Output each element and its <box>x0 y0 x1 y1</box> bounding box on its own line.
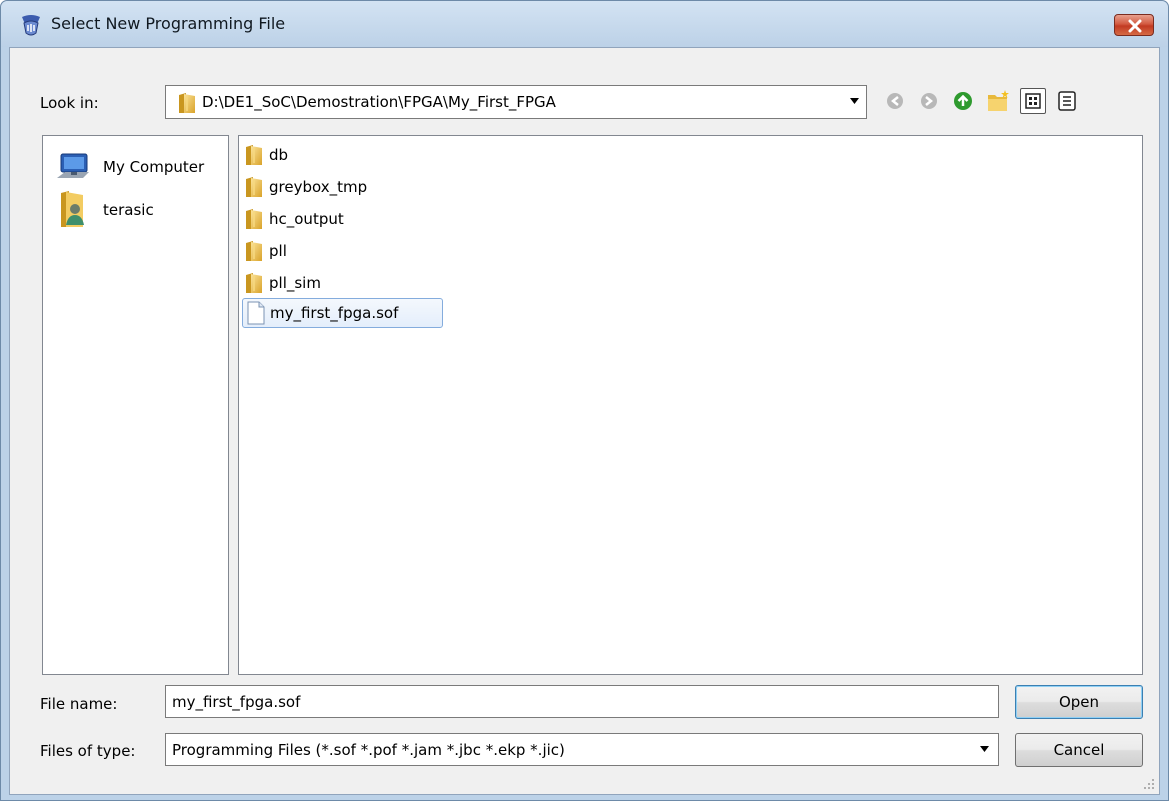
open-button[interactable]: Open <box>1015 685 1143 719</box>
files-of-type-combobox[interactable]: Programming Files (*.sof *.pof *.jam *.j… <box>165 733 999 766</box>
sidebar-item-terasic[interactable]: terasic <box>53 189 223 229</box>
list-item-folder-pll-sim[interactable]: pll_sim <box>245 268 455 300</box>
sidebar-item-label: My Computer <box>103 158 205 176</box>
computer-icon <box>57 153 89 178</box>
dialog-window: Select New Programming File Look in: D:\… <box>0 0 1169 801</box>
files-of-type-value: Programming Files (*.sof *.pof *.jam *.j… <box>172 741 565 759</box>
detail-view-button[interactable] <box>1054 88 1080 114</box>
folder-icon <box>245 144 263 166</box>
file-name-value: my_first_fpga.sof <box>172 693 301 711</box>
list-item-folder-db[interactable]: db <box>245 140 455 172</box>
up-arrow-icon <box>954 92 972 110</box>
files-of-type-label: Files of type: <box>40 742 136 760</box>
file-name: hc_output <box>269 210 344 228</box>
chevron-down-icon <box>980 746 989 752</box>
sidebar-item-my-computer[interactable]: My Computer <box>53 146 223 186</box>
user-folder-icon <box>61 191 84 227</box>
new-folder-button[interactable] <box>985 88 1011 114</box>
up-folder-button[interactable] <box>950 88 976 114</box>
list-item-file-selected[interactable]: my_first_fpga.sof <box>242 298 443 328</box>
file-name-input[interactable]: my_first_fpga.sof <box>165 685 999 718</box>
file-name: pll <box>269 242 287 260</box>
list-item-folder-hc-output[interactable]: hc_output <box>245 204 455 236</box>
look-in-path: D:\DE1_SoC\Demostration\FPGA\My_First_FP… <box>202 93 556 111</box>
folder-icon <box>178 92 196 114</box>
new-folder-icon <box>988 90 1009 111</box>
window-title: Select New Programming File <box>51 14 286 33</box>
look-in-combobox[interactable]: D:\DE1_SoC\Demostration\FPGA\My_First_FP… <box>165 85 867 119</box>
close-button[interactable] <box>1114 14 1154 36</box>
list-item-folder-greybox-tmp[interactable]: greybox_tmp <box>245 172 455 204</box>
dialog-client-area: Look in: D:\DE1_SoC\Demostration\FPGA\My… <box>9 47 1160 795</box>
folder-icon <box>245 272 263 294</box>
folder-icon <box>245 240 263 262</box>
folder-icon <box>245 176 263 198</box>
list-view-button[interactable] <box>1020 88 1046 114</box>
file-name: greybox_tmp <box>269 178 368 196</box>
resize-grip-icon[interactable] <box>1143 778 1155 790</box>
folder-icon <box>245 208 263 230</box>
list-item-folder-pll[interactable]: pll <box>245 236 455 268</box>
title-bar[interactable]: Select New Programming File <box>1 1 1168 47</box>
cancel-button[interactable]: Cancel <box>1015 733 1143 767</box>
quartus-app-icon <box>19 15 43 37</box>
look-in-label: Look in: <box>40 94 99 112</box>
close-icon <box>1128 19 1142 33</box>
file-list-pane[interactable]: db greybox_tmp hc_output pll pll_sim my_… <box>238 135 1143 675</box>
list-view-icon <box>1025 93 1041 109</box>
file-name: db <box>269 146 289 164</box>
chevron-down-icon <box>850 98 859 104</box>
forward-button[interactable] <box>916 88 942 114</box>
back-icon <box>887 93 903 109</box>
places-sidebar: My Computer terasic <box>42 135 229 675</box>
file-name: my_first_fpga.sof <box>270 304 399 322</box>
back-button[interactable] <box>882 88 908 114</box>
sidebar-item-label: terasic <box>103 201 154 219</box>
document-icon <box>247 301 265 325</box>
file-name: pll_sim <box>269 274 321 292</box>
file-name-label: File name: <box>40 695 118 713</box>
forward-icon <box>921 93 937 109</box>
detail-view-icon <box>1058 91 1076 111</box>
